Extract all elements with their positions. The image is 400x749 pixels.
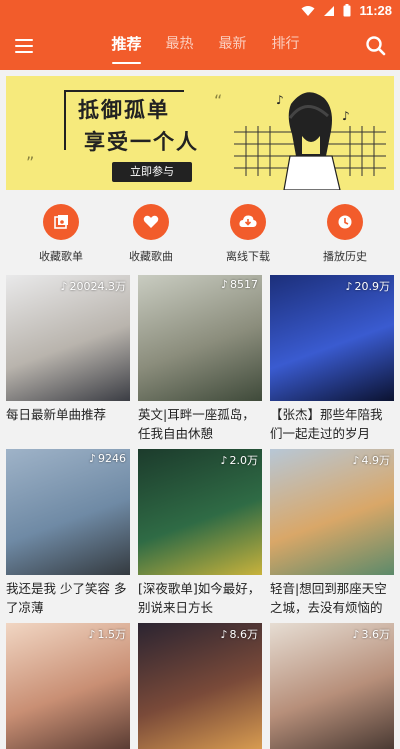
playlist-card[interactable]: ♪ 20024.3万 每日最新单曲推荐 bbox=[6, 275, 130, 445]
play-count: ♪ 8517 bbox=[221, 278, 258, 291]
playlist-title: 英文|耳畔一座孤岛，任我自由休憩 bbox=[138, 407, 255, 441]
playlist-card[interactable]: ♪ 8.6万 bbox=[138, 623, 262, 749]
play-count: ♪ 8.6万 bbox=[220, 626, 258, 642]
playlist-cover: ♪ 8517 bbox=[138, 275, 262, 401]
music-note-icon: ♪ bbox=[352, 627, 360, 641]
playlist-cover: ♪ 3.6万 bbox=[270, 623, 394, 749]
quick-label: 收藏歌曲 bbox=[129, 250, 173, 263]
playlist-card[interactable]: ♪ 20.9万 【张杰】那些年陪我们一起走过的岁月 bbox=[270, 275, 394, 445]
banner-subtitle: 享受一个人 bbox=[84, 130, 199, 154]
join-now-button[interactable]: 立即参与 bbox=[112, 162, 192, 182]
play-count-value: 3.6万 bbox=[361, 628, 391, 641]
play-count-value: 4.9万 bbox=[361, 454, 391, 467]
quick-label: 播放历史 bbox=[323, 250, 367, 263]
menu-icon-bar bbox=[15, 45, 33, 47]
play-history-button[interactable]: 播放历史 bbox=[305, 204, 385, 264]
offline-download-button[interactable]: 离线下载 bbox=[208, 204, 288, 264]
cloud-download-icon bbox=[230, 204, 266, 240]
playlist-title: 【张杰】那些年陪我们一起走过的岁月 bbox=[270, 407, 383, 441]
play-count-value: 9246 bbox=[98, 452, 126, 465]
music-note-icon: ♪ bbox=[220, 453, 228, 467]
signal-icon bbox=[324, 5, 335, 16]
play-count: ♪ 3.6万 bbox=[352, 626, 390, 642]
menu-icon-bar bbox=[15, 51, 33, 53]
heart-icon bbox=[133, 204, 169, 240]
music-note-icon: ♪ bbox=[88, 452, 96, 465]
playlist-cover: ♪ 1.5万 bbox=[6, 623, 130, 749]
promo-banner[interactable]: ” “ ♪ ♪ 抵御孤单 享受一个人 立即参与 bbox=[6, 76, 394, 190]
tab-recommend[interactable]: 推荐 bbox=[100, 22, 153, 70]
play-count: ♪ 4.9万 bbox=[352, 452, 390, 468]
svg-text:”: ” bbox=[26, 153, 34, 172]
svg-text:“: “ bbox=[214, 91, 222, 110]
music-note-icon: ♪ bbox=[220, 278, 228, 291]
play-count-value: 8.6万 bbox=[229, 628, 259, 641]
playlist-title: 我还是我 少了笑容 多了凉薄 bbox=[6, 581, 127, 615]
playlist-title: 轻音|想回到那座天空之城，去没有烦恼的 bbox=[270, 581, 387, 615]
playlist-title: 每日最新单曲推荐 bbox=[6, 407, 107, 422]
playlist-card[interactable]: ♪ 8517 英文|耳畔一座孤岛，任我自由休憩 bbox=[138, 275, 262, 445]
category-tabs: 推荐 最热 最新 排行 bbox=[100, 22, 312, 70]
play-count-value: 20024.3万 bbox=[69, 280, 127, 293]
favorite-songs-button[interactable]: 收藏歌曲 bbox=[111, 204, 191, 264]
app-bar: 推荐 最热 最新 排行 bbox=[0, 22, 400, 70]
play-count-value: 1.5万 bbox=[97, 628, 127, 641]
menu-icon-bar bbox=[15, 39, 33, 41]
clock: 11:28 bbox=[359, 3, 392, 18]
music-note-icon: ♪ bbox=[60, 279, 68, 293]
playlist-cover: ♪ 20024.3万 bbox=[6, 275, 130, 401]
battery-icon bbox=[343, 4, 351, 17]
music-note-icon: ♪ bbox=[345, 279, 353, 293]
playlist-card[interactable]: ♪ 1.5万 bbox=[6, 623, 130, 749]
quick-actions: 收藏歌单 收藏歌曲 离线下载 播放历史 bbox=[0, 196, 400, 270]
banner-illustration: ” “ ♪ ♪ bbox=[26, 90, 386, 190]
menu-button[interactable] bbox=[10, 32, 38, 60]
play-count-value: 20.9万 bbox=[354, 280, 391, 293]
playlist-card[interactable]: ♪ 9246 我还是我 少了笑容 多了凉薄 bbox=[6, 449, 130, 619]
playlist-card[interactable]: ♪ 2.0万 [深夜歌单]如今最好，别说来日方长 bbox=[138, 449, 262, 619]
play-count: ♪ 9246 bbox=[89, 452, 126, 465]
play-count: ♪ 20.9万 bbox=[345, 278, 390, 294]
banner-title: 抵御孤单 bbox=[78, 98, 170, 122]
play-count-value: 8517 bbox=[230, 278, 258, 291]
search-icon[interactable] bbox=[362, 32, 390, 60]
music-note-icon: ♪ bbox=[88, 627, 96, 641]
svg-text:♪: ♪ bbox=[276, 93, 284, 107]
favorite-playlists-button[interactable]: 收藏歌单 bbox=[21, 204, 101, 264]
playlist-cover: ♪ 20.9万 bbox=[270, 275, 394, 401]
play-count: ♪ 20024.3万 bbox=[60, 278, 126, 294]
playlist-card[interactable]: ♪ 3.6万 bbox=[270, 623, 394, 749]
playlist-cover: ♪ 8.6万 bbox=[138, 623, 262, 749]
tab-hot[interactable]: 最热 bbox=[153, 22, 206, 70]
music-note-icon: ♪ bbox=[220, 627, 228, 641]
quick-label: 离线下载 bbox=[226, 250, 270, 263]
wifi-icon bbox=[301, 5, 315, 16]
tab-new[interactable]: 最新 bbox=[206, 22, 259, 70]
playlist-cover: ♪ 2.0万 bbox=[138, 449, 262, 575]
music-note-icon: ♪ bbox=[352, 453, 360, 467]
playlist-cover: ♪ 4.9万 bbox=[270, 449, 394, 575]
status-bar: 11:28 bbox=[0, 0, 400, 22]
svg-text:♪: ♪ bbox=[342, 109, 350, 123]
quick-label: 收藏歌单 bbox=[39, 250, 83, 263]
playlist-icon bbox=[43, 204, 79, 240]
playlist-cover: ♪ 9246 bbox=[6, 449, 130, 575]
tab-ranking[interactable]: 排行 bbox=[259, 22, 312, 70]
play-count: ♪ 2.0万 bbox=[220, 452, 258, 468]
play-count: ♪ 1.5万 bbox=[88, 626, 126, 642]
history-icon bbox=[327, 204, 363, 240]
playlist-title: [深夜歌单]如今最好，别说来日方长 bbox=[138, 581, 261, 615]
play-count-value: 2.0万 bbox=[229, 454, 259, 467]
playlist-card[interactable]: ♪ 4.9万 轻音|想回到那座天空之城，去没有烦恼的 bbox=[270, 449, 394, 619]
